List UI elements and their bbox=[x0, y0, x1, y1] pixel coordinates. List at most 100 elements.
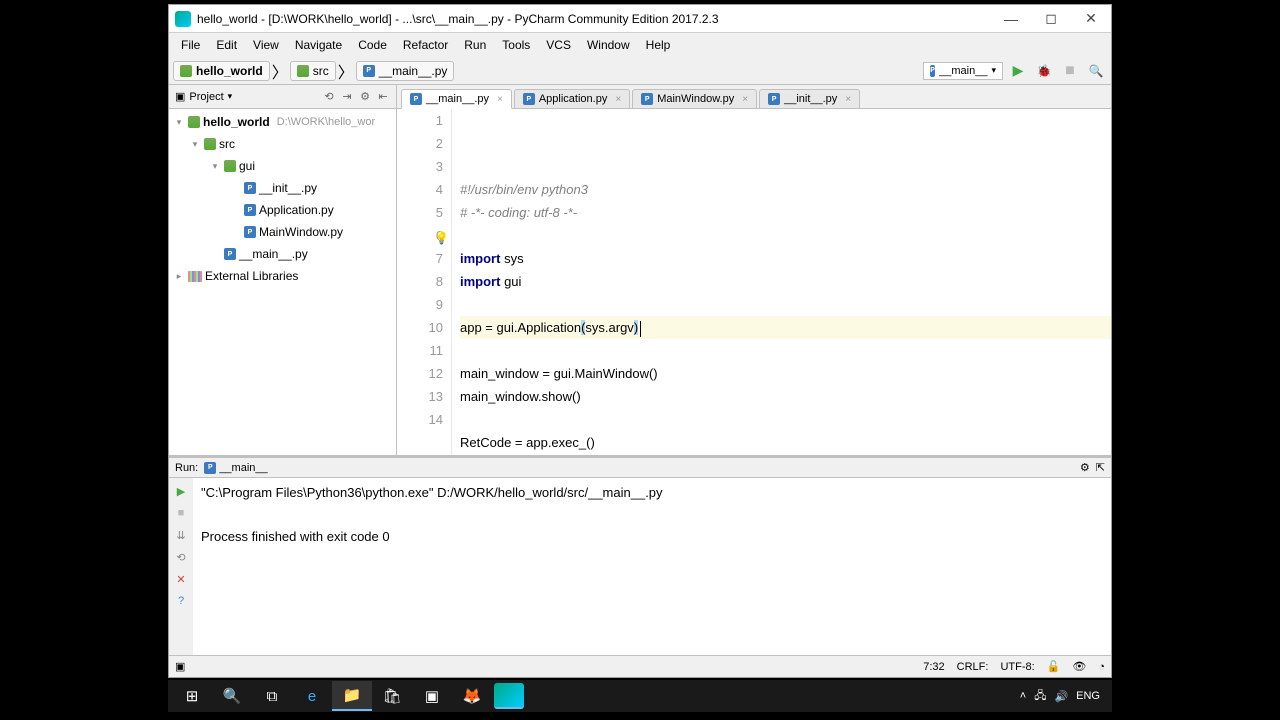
pin-icon[interactable]: ⇱ bbox=[1096, 461, 1105, 474]
folder-icon bbox=[204, 138, 216, 150]
debug-button[interactable]: 🐞 bbox=[1033, 60, 1055, 82]
play-icon: ▶ bbox=[1013, 62, 1024, 79]
code-area[interactable]: 💡 #!/usr/bin/env python3# -*- coding: ut… bbox=[452, 109, 1111, 455]
stop-button[interactable]: ■ bbox=[1059, 60, 1081, 82]
project-panel-header[interactable]: ▣ Project ▾ ⟲ ⇥ ⚙ ⇤ bbox=[169, 85, 396, 109]
library-icon bbox=[188, 271, 202, 282]
run-panel: Run: P __main__ ⚙ ⇱ ▶ ■ ⇊ ⟲ ✕ ? "C:\Prog… bbox=[169, 455, 1111, 655]
breadcrumb-project[interactable]: hello_world bbox=[173, 61, 270, 81]
menu-refactor[interactable]: Refactor bbox=[395, 36, 456, 54]
tab-init[interactable]: P__init__.py× bbox=[759, 89, 860, 108]
pycharm-button[interactable] bbox=[494, 683, 524, 709]
tree-file-mw[interactable]: PMainWindow.py bbox=[169, 221, 396, 243]
analysis-icon[interactable]: ◔ bbox=[1098, 661, 1105, 673]
project-icon: ▣ bbox=[175, 90, 185, 103]
store-button[interactable]: 🛍 bbox=[372, 681, 412, 711]
menu-tools[interactable]: Tools bbox=[494, 36, 538, 54]
events-icon[interactable]: ▣ bbox=[175, 660, 185, 673]
search-button[interactable]: 🔍 bbox=[212, 681, 252, 711]
close-button[interactable]: ✕ bbox=[172, 570, 190, 588]
line-separator[interactable]: CRLF: bbox=[957, 661, 989, 673]
inspections-icon[interactable]: 👁 bbox=[1072, 660, 1086, 673]
project-tree[interactable]: ▾hello_worldD:\WORK\hello_wor ▾src ▾gui … bbox=[169, 109, 396, 455]
pycharm-window: hello_world - [D:\WORK\hello_world] - ..… bbox=[168, 4, 1112, 678]
gear-icon[interactable]: ⚙ bbox=[1080, 461, 1090, 474]
gear-icon[interactable]: ⚙ bbox=[358, 90, 372, 104]
dump-button[interactable]: ⇊ bbox=[172, 526, 190, 544]
stop-icon: ■ bbox=[1065, 62, 1075, 80]
python-file-icon: P bbox=[523, 93, 535, 105]
tree-file-app[interactable]: PApplication.py bbox=[169, 199, 396, 221]
python-file-icon: P bbox=[768, 93, 780, 105]
tree-gui[interactable]: ▾gui bbox=[169, 155, 396, 177]
file-encoding[interactable]: UTF-8: bbox=[1000, 661, 1034, 673]
close-icon[interactable]: × bbox=[497, 94, 503, 105]
close-icon[interactable]: × bbox=[742, 94, 748, 105]
volume-icon[interactable]: 🔊 bbox=[1054, 690, 1068, 703]
tree-root[interactable]: ▾hello_worldD:\WORK\hello_wor bbox=[169, 111, 396, 133]
python-file-icon: P bbox=[204, 462, 216, 474]
menu-help[interactable]: Help bbox=[638, 36, 679, 54]
close-button[interactable]: ✕ bbox=[1071, 5, 1111, 33]
statusbar: ▣ 7:32 CRLF: UTF-8: 🔓 👁 ◔ bbox=[169, 655, 1111, 677]
editor-tabs: P__main__.py× PApplication.py× PMainWind… bbox=[397, 85, 1111, 109]
menu-view[interactable]: View bbox=[245, 36, 287, 54]
menu-vcs[interactable]: VCS bbox=[538, 36, 579, 54]
tab-mainwindow[interactable]: PMainWindow.py× bbox=[632, 89, 757, 108]
collapse-icon[interactable]: ⇥ bbox=[340, 90, 354, 104]
maximize-button[interactable]: ◻ bbox=[1031, 5, 1071, 33]
run-button[interactable]: ▶ bbox=[1007, 60, 1029, 82]
folder-icon bbox=[180, 65, 192, 77]
start-button[interactable]: ⊞ bbox=[172, 681, 212, 711]
run-panel-header[interactable]: Run: P __main__ ⚙ ⇱ bbox=[169, 458, 1111, 478]
help-button[interactable]: ? bbox=[172, 592, 190, 610]
search-button[interactable]: 🔍 bbox=[1085, 60, 1107, 82]
menu-navigate[interactable]: Navigate bbox=[287, 36, 350, 54]
breadcrumb-file[interactable]: P__main__.py bbox=[356, 61, 455, 81]
menubar: File Edit View Navigate Code Refactor Ru… bbox=[169, 33, 1111, 57]
gutter[interactable]: 1234567891011121314 bbox=[397, 109, 452, 455]
run-config-select[interactable]: P__main__ bbox=[923, 62, 1003, 80]
close-icon[interactable]: × bbox=[845, 94, 851, 105]
taskbar: ⊞ 🔍 ⧉ e 📁 🛍 ▣ 🦊 ˄ 🖧 🔊 ENG bbox=[168, 680, 1112, 712]
python-file-icon: P bbox=[244, 204, 256, 216]
tree-file-main[interactable]: P__main__.py bbox=[169, 243, 396, 265]
run-output[interactable]: "C:\Program Files\Python36\python.exe" D… bbox=[193, 478, 1111, 655]
run-gutter: ▶ ■ ⇊ ⟲ ✕ ? bbox=[169, 478, 193, 655]
tree-external-libs[interactable]: ▸External Libraries bbox=[169, 265, 396, 287]
minimize-button[interactable]: — bbox=[991, 5, 1031, 33]
bug-icon: 🐞 bbox=[1037, 64, 1052, 78]
window-title: hello_world - [D:\WORK\hello_world] - ..… bbox=[197, 12, 991, 26]
menu-edit[interactable]: Edit bbox=[208, 36, 245, 54]
menu-window[interactable]: Window bbox=[579, 36, 638, 54]
tree-file-init[interactable]: P__init__.py bbox=[169, 177, 396, 199]
taskview-button[interactable]: ⧉ bbox=[252, 681, 292, 711]
lock-icon[interactable]: 🔓 bbox=[1047, 660, 1061, 673]
rerun-button[interactable]: ▶ bbox=[172, 482, 190, 500]
menu-run[interactable]: Run bbox=[456, 36, 494, 54]
folder-icon bbox=[297, 65, 309, 77]
titlebar[interactable]: hello_world - [D:\WORK\hello_world] - ..… bbox=[169, 5, 1111, 33]
language-indicator[interactable]: ENG bbox=[1076, 690, 1100, 702]
firefox-button[interactable]: 🦊 bbox=[452, 681, 492, 711]
bulb-icon[interactable]: 💡 bbox=[434, 227, 449, 250]
close-icon[interactable]: × bbox=[615, 94, 621, 105]
menu-code[interactable]: Code bbox=[350, 36, 395, 54]
terminal-button[interactable]: ▣ bbox=[412, 681, 452, 711]
python-file-icon: P bbox=[363, 65, 375, 77]
hide-icon[interactable]: ⇤ bbox=[376, 90, 390, 104]
menu-file[interactable]: File bbox=[173, 36, 208, 54]
restore-button[interactable]: ⟲ bbox=[172, 548, 190, 566]
tree-src[interactable]: ▾src bbox=[169, 133, 396, 155]
code-editor[interactable]: 1234567891011121314 💡 #!/usr/bin/env pyt… bbox=[397, 109, 1111, 455]
tab-main[interactable]: P__main__.py× bbox=[401, 89, 512, 109]
cursor-position[interactable]: 7:32 bbox=[923, 661, 944, 673]
breadcrumb-dir[interactable]: src bbox=[290, 61, 336, 81]
autoscroll-icon[interactable]: ⟲ bbox=[322, 90, 336, 104]
tab-application[interactable]: PApplication.py× bbox=[514, 89, 630, 108]
explorer-button[interactable]: 📁 bbox=[332, 681, 372, 711]
edge-button[interactable]: e bbox=[292, 681, 332, 711]
stop-button[interactable]: ■ bbox=[172, 504, 190, 522]
network-icon[interactable]: 🖧 bbox=[1034, 687, 1046, 706]
tray-chevron-icon[interactable]: ˄ bbox=[1020, 690, 1026, 702]
